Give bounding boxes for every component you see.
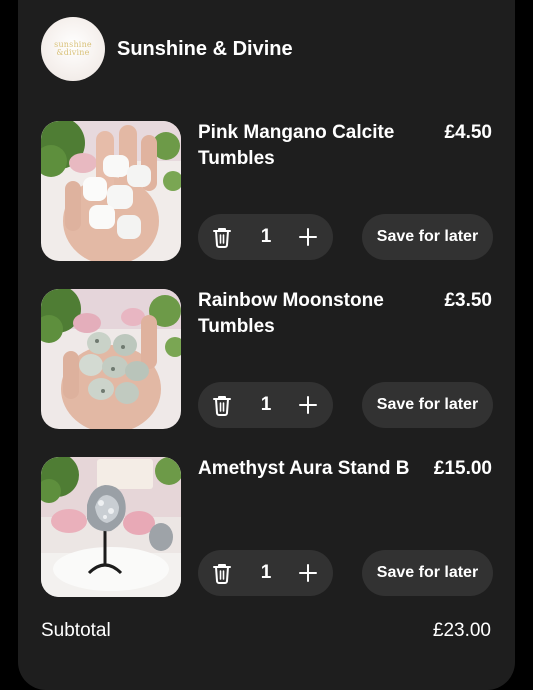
- item-price: £4.50: [444, 122, 492, 143]
- increase-quantity-button[interactable]: [287, 214, 329, 260]
- remove-item-button[interactable]: [199, 382, 245, 428]
- plus-icon: [299, 396, 317, 414]
- increase-quantity-button[interactable]: [287, 382, 329, 428]
- quantity-value[interactable]: 1: [245, 562, 287, 584]
- item-title[interactable]: Amethyst Aura Stand B: [198, 456, 418, 482]
- increase-quantity-button[interactable]: [287, 550, 329, 596]
- shop-name[interactable]: Sunshine & Divine: [117, 38, 293, 61]
- item-price: £3.50: [444, 290, 492, 311]
- cart-item: Pink Mangano Calcite Tumbles £4.50 1 Sav…: [41, 121, 493, 261]
- cart-item: Amethyst Aura Stand B £15.00 1 Save for …: [41, 457, 493, 597]
- quantity-value[interactable]: 1: [245, 394, 287, 416]
- quantity-stepper: 1: [198, 214, 333, 260]
- plus-icon: [299, 228, 317, 246]
- save-for-later-button[interactable]: Save for later: [362, 550, 493, 596]
- shop-logo-line-2: &divine: [56, 48, 90, 57]
- item-price: £15.00: [433, 458, 492, 479]
- subtotal-value: £23.00: [432, 620, 491, 641]
- quantity-stepper: 1: [198, 382, 333, 428]
- product-image[interactable]: [41, 289, 181, 429]
- item-title[interactable]: Rainbow Moonstone Tumbles: [198, 288, 418, 340]
- quantity-value[interactable]: 1: [245, 226, 287, 248]
- save-for-later-button[interactable]: Save for later: [362, 214, 493, 260]
- plus-icon: [299, 564, 317, 582]
- trash-icon: [213, 396, 231, 416]
- trash-icon: [213, 564, 231, 584]
- shop-header[interactable]: sunshine &divine Sunshine & Divine: [41, 17, 293, 81]
- product-image[interactable]: [41, 121, 181, 261]
- cart-item: Rainbow Moonstone Tumbles £3.50 1 Save f…: [41, 289, 493, 429]
- remove-item-button[interactable]: [199, 214, 245, 260]
- remove-item-button[interactable]: [199, 550, 245, 596]
- save-for-later-button[interactable]: Save for later: [362, 382, 493, 428]
- item-title[interactable]: Pink Mangano Calcite Tumbles: [198, 120, 418, 172]
- product-image[interactable]: [41, 457, 181, 597]
- quantity-stepper: 1: [198, 550, 333, 596]
- shop-logo[interactable]: sunshine &divine: [41, 17, 105, 81]
- trash-icon: [213, 228, 231, 248]
- subtotal-label: Subtotal: [41, 620, 111, 641]
